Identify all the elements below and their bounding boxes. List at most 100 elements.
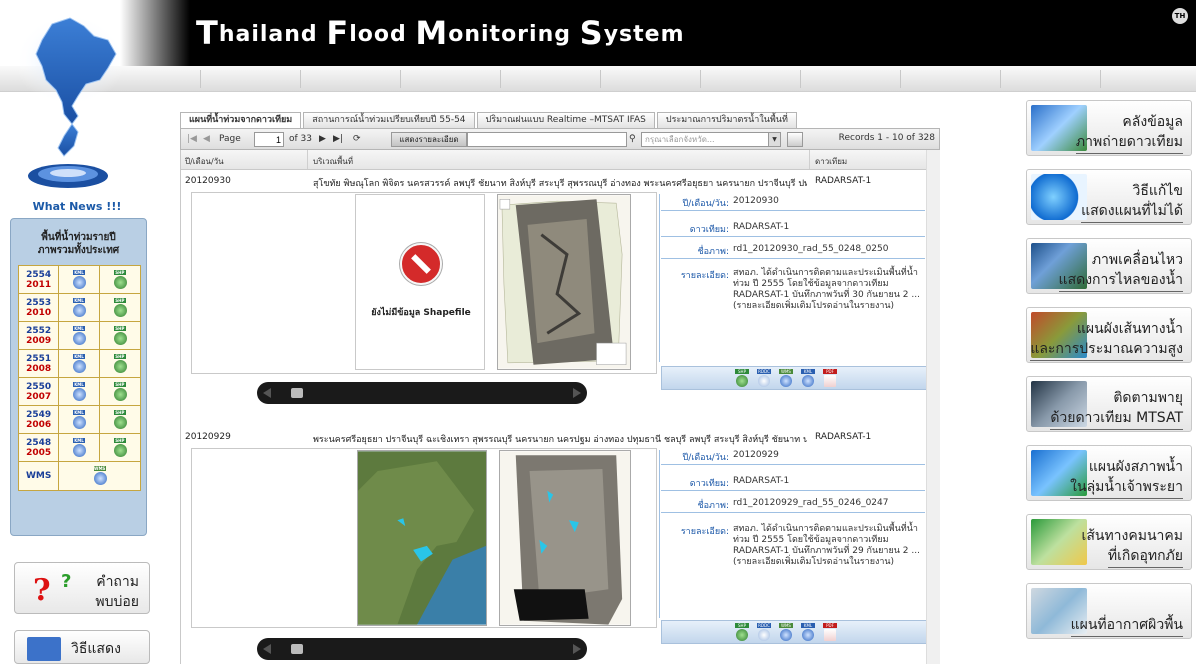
icon-tag: KML <box>73 381 86 387</box>
image-scroll-control[interactable] <box>257 638 587 660</box>
right-menu-water-flow-animation[interactable]: ภาพเคลื่อนไหว แสดงการไหลของน้ำ <box>1026 238 1192 294</box>
scroll-handle[interactable] <box>291 388 303 398</box>
menu-separator <box>800 70 801 88</box>
shp-download-icon[interactable]: SHP <box>734 623 750 642</box>
tab-3[interactable]: ปริมาณฝนแบบ Realtime –MTSAT IFAS <box>476 112 655 128</box>
wms-layer-icon[interactable]: WMS <box>778 623 794 642</box>
chevron-down-icon: ▼ <box>768 133 780 146</box>
search-icon[interactable]: ⚲ <box>629 132 636 146</box>
tab-4[interactable]: ประมาณการปริมาตรน้ำในพื้นที่ <box>656 112 797 128</box>
col-separator <box>809 150 810 169</box>
tab-2[interactable]: สถานการณ์น้ำท่วมเปรียบเทียบปี 55-54 <box>303 112 475 128</box>
year-be: 2552 <box>26 325 52 336</box>
year-be: 2550 <box>26 381 52 392</box>
kml-download-icon[interactable]: KML <box>70 381 88 402</box>
icon-tag: PDF <box>823 623 837 628</box>
rddc-link-icon[interactable]: RDDC <box>756 623 772 642</box>
rddc-link-icon[interactable]: RDDC <box>756 369 772 388</box>
thailand-map-logo[interactable] <box>12 10 132 200</box>
scroll-left-icon[interactable] <box>263 644 271 654</box>
shp-download-icon[interactable]: SHP <box>111 353 129 374</box>
last-page-icon[interactable]: ▶| <box>333 132 343 146</box>
next-page-icon[interactable]: ▶ <box>319 132 326 146</box>
kml-download-icon[interactable]: KML <box>70 437 88 458</box>
scroll-left-icon[interactable] <box>263 388 271 398</box>
icon-tag: SHP <box>113 325 126 331</box>
col-header-date[interactable]: ปี/เดือน/วัน <box>185 155 224 168</box>
show-detail-button[interactable]: แสดงรายละเอียด <box>391 132 467 147</box>
right-menu-sublabel: ภาพถ่ายดาวเทียม <box>1075 131 1183 154</box>
record-area[interactable]: สุโขทัย พิษณุโลก พิจิตร นครสวรรค์ ลพบุรี… <box>313 176 807 190</box>
col-header-satellite[interactable]: ดาวเทียม <box>815 155 847 168</box>
year-label: 2553 2010 <box>19 294 60 321</box>
col-header-area[interactable]: บริเวณพื้นที่ <box>313 155 353 168</box>
record-area[interactable]: พระนครศรีอยุธยา ปราจีนบุรี ฉะเชิงเทรา สุ… <box>313 432 807 446</box>
record-date[interactable]: 20120929 <box>185 432 231 442</box>
province-select[interactable]: กรุณาเลือกจังหวัด... ▼ <box>641 132 781 147</box>
right-menu-storm-tracking[interactable]: ติดตามพายุ ด้วยดาวเทียม MTSAT <box>1026 376 1192 432</box>
kml-download-icon[interactable]: KML <box>70 325 88 346</box>
right-menu-fix-map-display[interactable]: วิธีแก้ไข แสดงแผนที่ไม่ได้ <box>1026 169 1192 225</box>
record-satellite[interactable]: RADARSAT-1 <box>815 432 871 442</box>
shp-download-icon[interactable]: SHP <box>111 269 129 290</box>
icon-glyph <box>736 375 748 387</box>
year-row: 2551 2008 KML SHP <box>19 350 140 378</box>
whats-new-heading[interactable]: What News !!! <box>6 200 148 216</box>
search-input[interactable] <box>467 132 627 147</box>
record-satellite[interactable]: RADARSAT-1 <box>815 176 871 186</box>
kml-download-icon[interactable]: KML <box>70 409 88 430</box>
grid-vertical-scrollbar[interactable] <box>926 150 940 664</box>
first-page-icon[interactable]: |◀ <box>187 132 197 146</box>
right-menu-label: เส้นทางคมนาคม <box>1081 528 1183 544</box>
faq-button[interactable]: ? ? คำถาม พบบ่อย <box>14 562 150 614</box>
kml-download-icon[interactable]: KML <box>70 297 88 318</box>
shp-download-icon[interactable]: SHP <box>734 369 750 388</box>
tab-1[interactable]: แผนที่น้ำท่วมจากดาวเทียม <box>180 112 302 128</box>
shp-download-icon[interactable]: SHP <box>111 437 129 458</box>
right-menu-waterway-map[interactable]: แผนผังเส้นทางน้ำ และการประมาณความสูง <box>1026 307 1192 363</box>
pdf-report-icon[interactable]: PDF <box>822 369 838 388</box>
menu-separator <box>300 70 301 88</box>
icon-tag: RDDC <box>757 369 771 374</box>
info-date-value: 20120930 <box>733 196 779 206</box>
icon-tag: KML <box>73 437 86 443</box>
satellite-image-thumbnail[interactable] <box>499 450 631 626</box>
shp-download-icon[interactable]: SHP <box>111 325 129 346</box>
rows-slider[interactable] <box>787 132 803 147</box>
kml-download-icon[interactable]: KML <box>70 269 88 290</box>
year-be: 2548 <box>26 437 52 448</box>
right-menu-surface-weather-map[interactable]: แผนที่อากาศผิวพื้น <box>1026 583 1192 639</box>
prev-page-icon[interactable]: ◀ <box>203 132 210 146</box>
record-date[interactable]: 20120930 <box>185 176 231 186</box>
info-name-label: ชื่อภาพ: <box>697 247 729 257</box>
scroll-right-icon[interactable] <box>573 644 581 654</box>
right-menu-flooded-roads[interactable]: เส้นทางคมนาคม ที่เกิดอุทกภัย <box>1026 514 1192 570</box>
shp-download-icon[interactable]: SHP <box>111 381 129 402</box>
how-to-show-data-button[interactable]: วิธีแสดงข้อมูล <box>14 630 150 664</box>
refresh-icon[interactable]: ⟳ <box>353 132 361 146</box>
icon-glyph <box>780 629 792 641</box>
shp-download-icon[interactable]: SHP <box>111 297 129 318</box>
wms-layer-icon[interactable]: WMS <box>91 466 109 486</box>
icon-tag: WMS <box>779 369 793 374</box>
shp-download-icon[interactable]: SHP <box>111 409 129 430</box>
pdf-report-icon[interactable]: PDF <box>822 623 838 642</box>
scroll-handle[interactable] <box>291 644 303 654</box>
thailand-flood-map-thumbnail[interactable] <box>357 450 487 626</box>
icon-glyph <box>780 375 792 387</box>
kml-download-icon[interactable]: KML <box>800 623 816 642</box>
right-menu-satellite-archive[interactable]: คลังข้อมูล ภาพถ่ายดาวเทียม <box>1026 100 1192 156</box>
page-number-input[interactable] <box>254 132 284 147</box>
language-toggle-button[interactable]: TH <box>1172 8 1188 24</box>
scroll-right-icon[interactable] <box>573 388 581 398</box>
image-scroll-control[interactable] <box>257 382 587 404</box>
icon-tag: SHP <box>735 623 749 628</box>
info-row-line <box>661 258 925 259</box>
right-menu-chaophraya-water-map[interactable]: แผนผังสภาพน้ำ ในลุ่มน้ำเจ้าพระยา <box>1026 445 1192 501</box>
year-be: 2549 <box>26 409 52 420</box>
year-be: 2553 <box>26 297 52 308</box>
wms-layer-icon[interactable]: WMS <box>778 369 794 388</box>
kml-download-icon[interactable]: KML <box>800 369 816 388</box>
kml-download-icon[interactable]: KML <box>70 353 88 374</box>
satellite-image-thumbnail[interactable] <box>497 194 631 370</box>
